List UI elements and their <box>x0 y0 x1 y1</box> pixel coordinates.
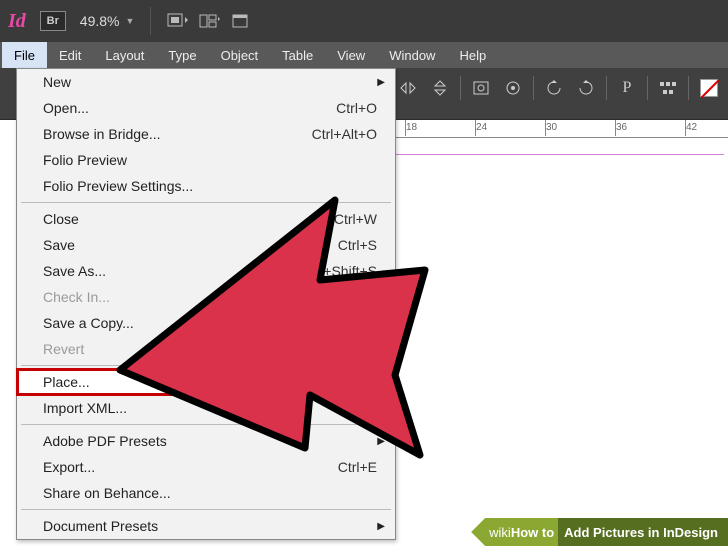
rotate-ccw-icon[interactable] <box>542 76 566 100</box>
wikihow-brand: wikiHow to <box>471 518 558 546</box>
menu-item-save[interactable]: SaveCtrl+S <box>17 232 395 258</box>
menu-layout[interactable]: Layout <box>93 42 156 68</box>
ruler-tick: 30 <box>546 122 557 133</box>
menu-file[interactable]: File <box>2 42 47 68</box>
submenu-arrow-icon: ▶ <box>377 77 385 88</box>
menu-separator <box>21 202 391 203</box>
menu-window[interactable]: Window <box>377 42 447 68</box>
wikihow-banner: wikiHow to Add Pictures in InDesign <box>471 518 728 546</box>
menu-table[interactable]: Table <box>270 42 325 68</box>
menu-help[interactable]: Help <box>447 42 498 68</box>
menu-item-save-copy[interactable]: Save a Copy...Ctrl+Alt+S <box>17 310 395 336</box>
separator <box>647 76 648 100</box>
app-logo: Id <box>8 10 26 33</box>
separator <box>460 76 461 100</box>
wikihow-title: Add Pictures in InDesign <box>558 518 728 546</box>
menu-item-import-xml[interactable]: Import XML... <box>17 395 395 421</box>
paragraph-style-icon[interactable]: P <box>615 76 639 100</box>
menu-item-pdf-presets[interactable]: Adobe PDF Presets▶ <box>17 428 395 454</box>
ruler-tick: 42 <box>686 122 697 133</box>
menu-object[interactable]: Object <box>209 42 271 68</box>
menu-item-new[interactable]: New▶ <box>17 69 395 95</box>
canvas-guide <box>396 154 724 155</box>
zoom-level[interactable]: 49.8% ▼ <box>80 13 135 29</box>
submenu-arrow-icon: ▶ <box>377 521 385 532</box>
menu-item-save-as[interactable]: Save As...Ctrl+Shift+S <box>17 258 395 284</box>
ruler-tick: 36 <box>616 122 627 133</box>
ruler-tick: 24 <box>476 122 487 133</box>
title-icon-group <box>167 10 253 32</box>
menu-item-close[interactable]: CloseCtrl+W <box>17 206 395 232</box>
flip-horizontal-icon[interactable] <box>396 76 420 100</box>
bridge-button[interactable]: Br <box>40 11 66 31</box>
menu-item-check-in: Check In... <box>17 284 395 310</box>
flip-vertical-icon[interactable] <box>428 76 452 100</box>
menu-separator <box>21 365 391 366</box>
ruler-tick: 18 <box>406 122 417 133</box>
file-menu-dropdown: New▶ Open...Ctrl+O Browse in Bridge...Ct… <box>16 68 396 540</box>
menu-separator <box>21 509 391 510</box>
menu-item-share-behance[interactable]: Share on Behance... <box>17 480 395 506</box>
separator <box>606 76 607 100</box>
separator <box>688 76 689 100</box>
zoom-value: 49.8% <box>80 13 120 29</box>
chevron-down-icon: ▼ <box>126 16 135 26</box>
menu-view[interactable]: View <box>325 42 377 68</box>
no-fill-icon[interactable] <box>697 76 721 100</box>
arrange-icon[interactable] <box>199 10 221 32</box>
menu-item-revert: Revert <box>17 336 395 362</box>
menu-item-browse-bridge[interactable]: Browse in Bridge...Ctrl+Alt+O <box>17 121 395 147</box>
menu-separator <box>21 424 391 425</box>
select-content-icon[interactable] <box>501 76 525 100</box>
distribute-icon[interactable] <box>656 76 680 100</box>
menu-item-place[interactable]: Place... <box>17 369 395 395</box>
menu-edit[interactable]: Edit <box>47 42 93 68</box>
menu-bar: File Edit Layout Type Object Table View … <box>0 42 728 68</box>
view-options-icon[interactable] <box>167 10 189 32</box>
rotate-cw-icon[interactable] <box>574 76 598 100</box>
menu-type[interactable]: Type <box>156 42 208 68</box>
menu-item-document-presets[interactable]: Document Presets▶ <box>17 513 395 539</box>
select-container-icon[interactable] <box>469 76 493 100</box>
horizontal-ruler: 18 24 30 36 42 <box>396 120 728 138</box>
menu-item-open[interactable]: Open...Ctrl+O <box>17 95 395 121</box>
title-bar: Id Br 49.8% ▼ <box>0 0 728 42</box>
separator <box>150 7 151 35</box>
menu-item-export[interactable]: Export...Ctrl+E <box>17 454 395 480</box>
separator <box>533 76 534 100</box>
screen-mode-icon[interactable] <box>231 10 253 32</box>
submenu-arrow-icon: ▶ <box>377 436 385 447</box>
menu-item-folio-preview[interactable]: Folio Preview <box>17 147 395 173</box>
menu-item-folio-preview-settings[interactable]: Folio Preview Settings... <box>17 173 395 199</box>
